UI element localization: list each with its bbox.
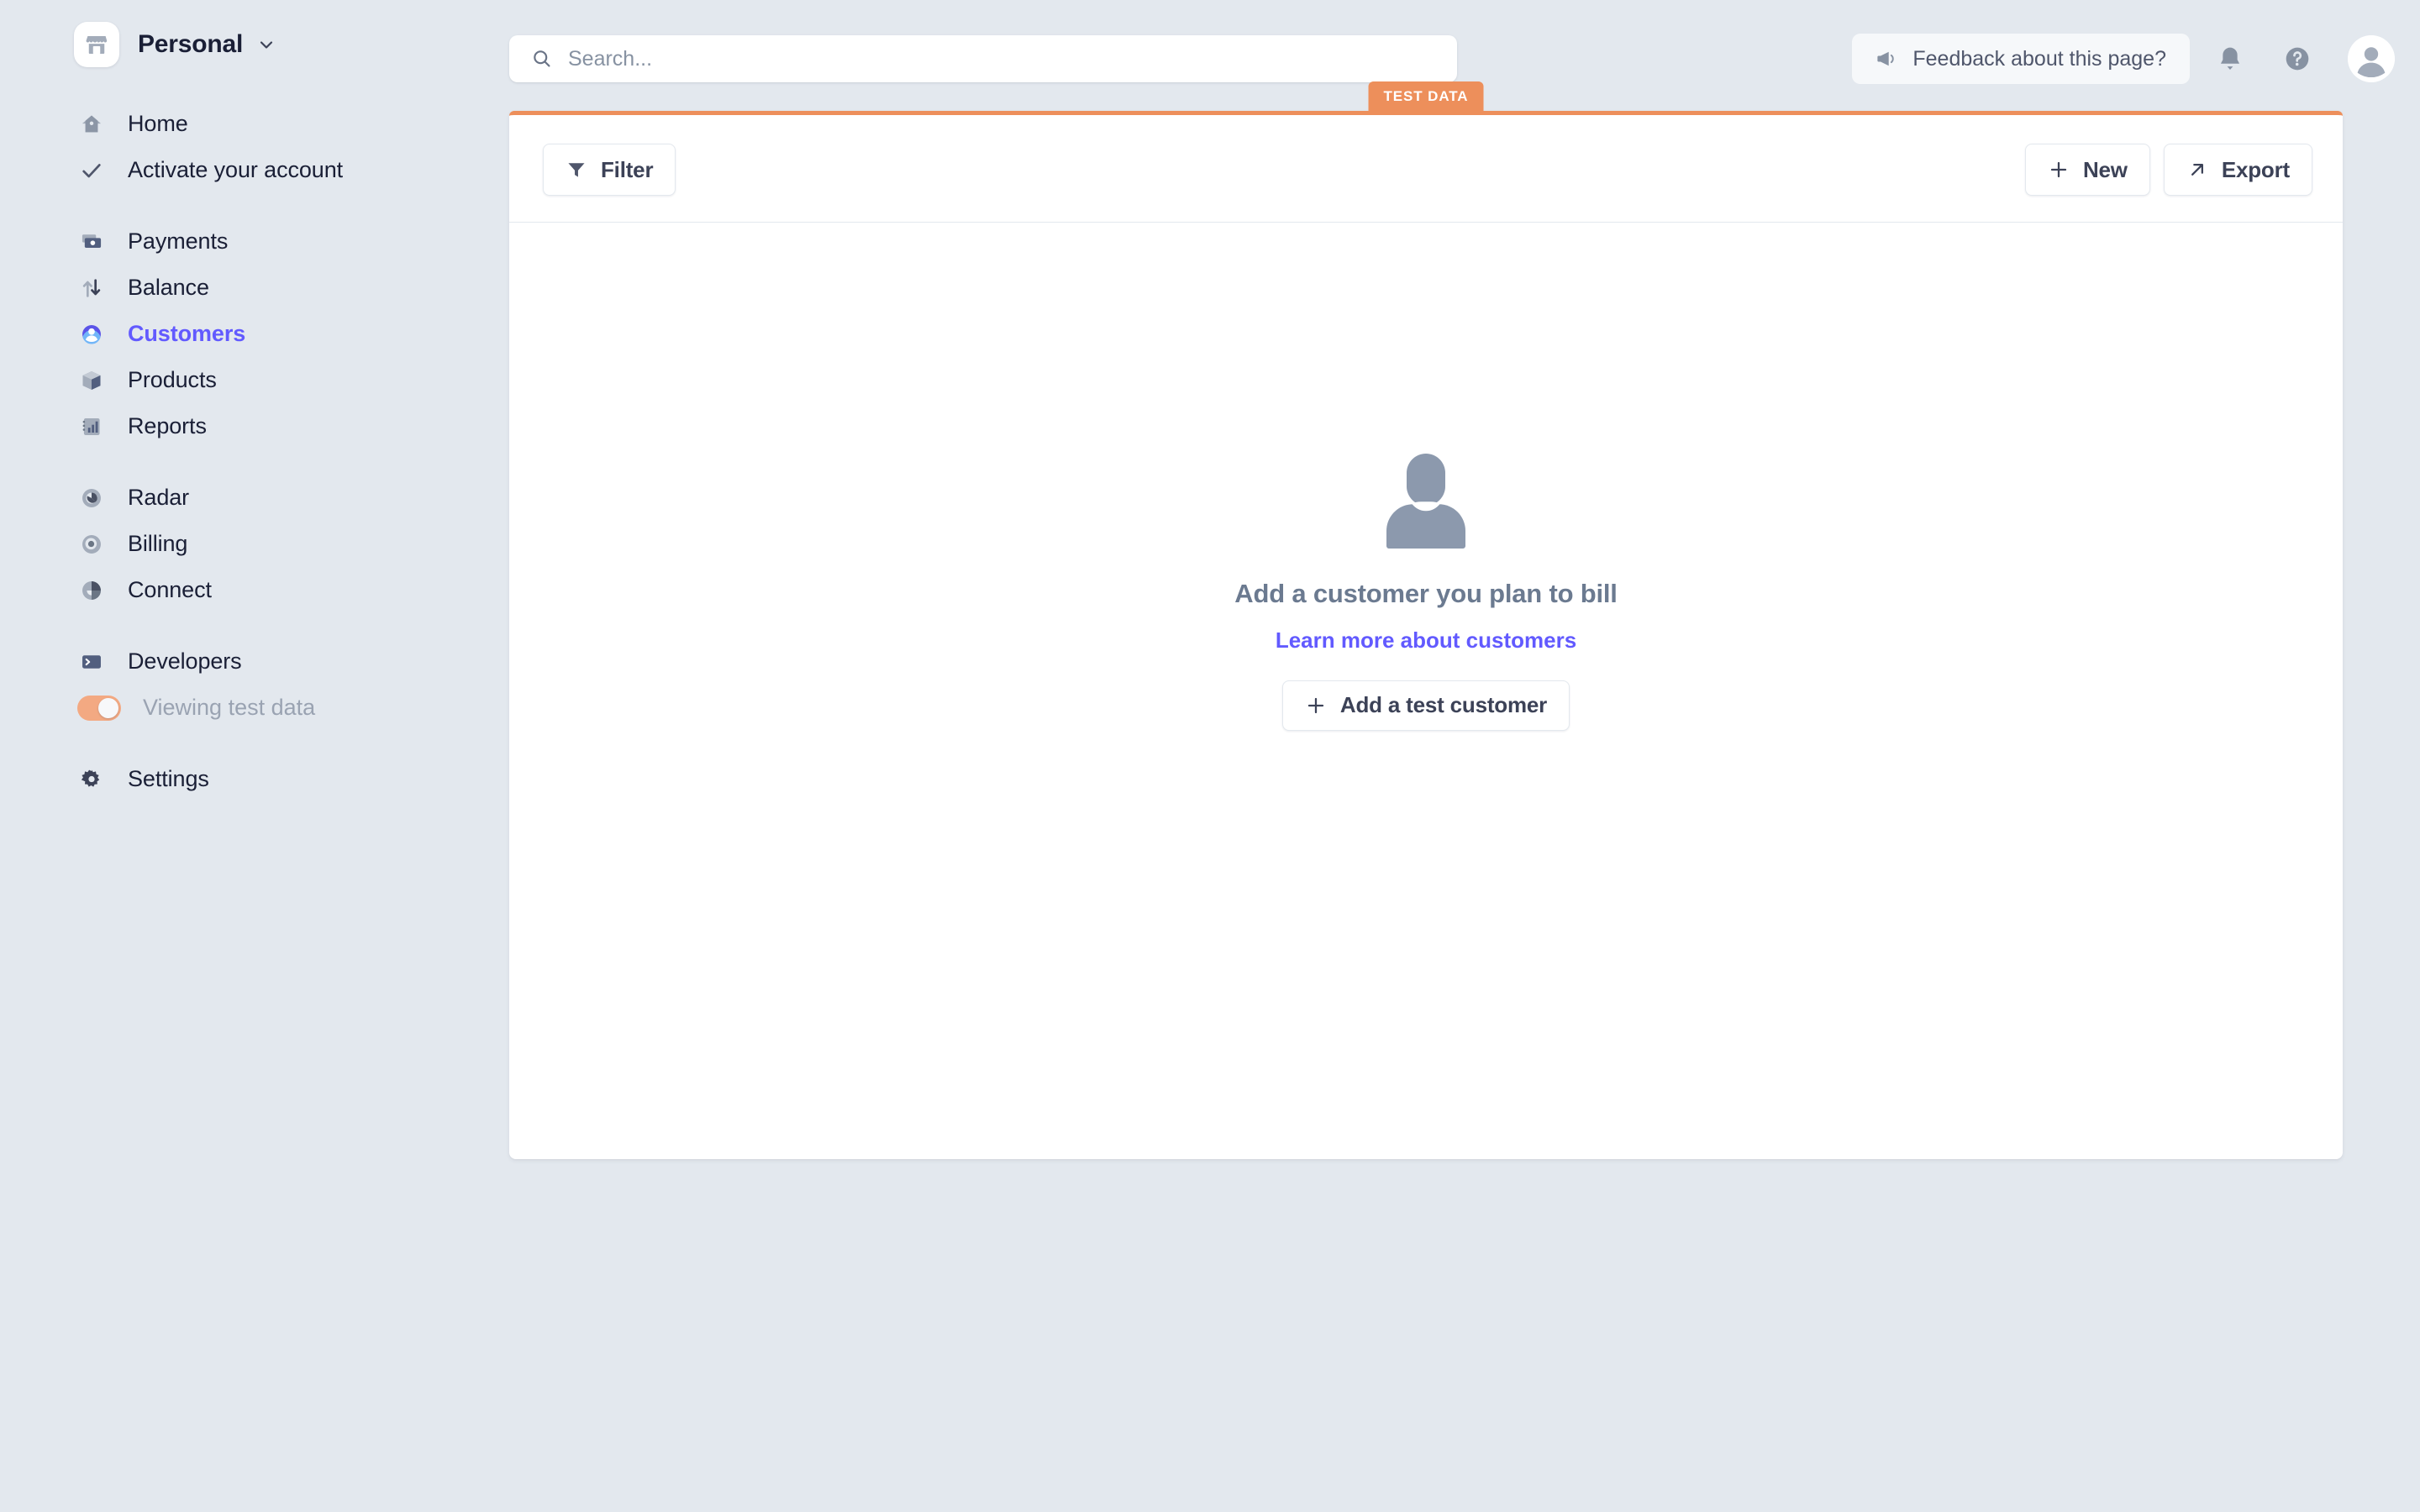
panel-toolbar: Filter New Export (509, 115, 2343, 223)
sidebar-item-label: Reports (128, 413, 207, 438)
sidebar-item-label: Balance (128, 275, 209, 300)
filter-button[interactable]: Filter (543, 144, 676, 196)
toolbar-actions: New Export (2024, 144, 2312, 196)
sidebar-item-radar[interactable]: Radar (0, 475, 509, 521)
sidebar-item-billing[interactable]: Billing (0, 521, 509, 567)
store-icon (86, 36, 108, 54)
export-label: Export (2221, 156, 2290, 182)
radar-icon (77, 484, 106, 512)
sidebar-item-label: Products (128, 367, 217, 392)
empty-state: Add a customer you plan to bill Learn mo… (509, 223, 2343, 1159)
sidebar-item-home[interactable]: Home (0, 101, 509, 147)
arrows-updown-icon (77, 274, 106, 302)
sidebar-item-label: Billing (128, 531, 188, 556)
bar-chart-icon (77, 412, 106, 441)
user-avatar-icon (2348, 35, 2395, 82)
export-button[interactable]: Export (2163, 144, 2312, 196)
search-icon (531, 48, 553, 70)
test-data-toggle-label: Viewing test data (143, 695, 316, 720)
check-icon (77, 156, 106, 185)
account-avatar (74, 22, 119, 67)
nav-group-services: Radar Billing Connect (0, 475, 509, 613)
nav-group-settings: Settings (0, 756, 509, 802)
sidebar-item-products[interactable]: Products (0, 357, 509, 403)
connect-icon (77, 576, 106, 605)
sidebar-item-label: Radar (128, 485, 190, 510)
toggle-track (77, 695, 121, 721)
customers-panel: TEST DATA Filter New Export Add a custom… (509, 81, 2343, 1159)
person-circle-icon (77, 320, 106, 349)
sidebar-item-label: Activate your account (128, 157, 344, 182)
question-circle-icon (2283, 45, 2312, 73)
stripe-dashboard: Personal Home Activate your account Paym… (0, 0, 2420, 1512)
billing-circle-icon (77, 530, 106, 559)
test-data-badge: TEST DATA (1368, 81, 1484, 111)
terminal-icon (77, 648, 106, 676)
sidebar-item-balance[interactable]: Balance (0, 265, 509, 311)
add-test-customer-button[interactable]: Add a test customer (1281, 680, 1570, 731)
sidebar-item-activate-your-account[interactable]: Activate your account (0, 147, 509, 193)
search-box[interactable] (509, 35, 1457, 82)
sidebar-item-connect[interactable]: Connect (0, 567, 509, 613)
sidebar: Personal Home Activate your account Paym… (0, 0, 509, 1512)
feedback-label: Feedback about this page? (1912, 46, 2166, 71)
plus-icon (2048, 159, 2070, 181)
toggle-knob (98, 697, 118, 718)
search-input[interactable] (568, 46, 1324, 71)
sidebar-item-label: Developers (128, 648, 242, 674)
sidebar-item-reports[interactable]: Reports (0, 403, 509, 449)
filter-label: Filter (601, 156, 654, 182)
sidebar-item-developers[interactable]: Developers (0, 638, 509, 685)
sidebar-item-label: Connect (128, 577, 212, 602)
account-switcher[interactable]: Personal (74, 22, 276, 67)
home-icon (77, 110, 106, 139)
notifications-button[interactable] (2208, 37, 2252, 81)
learn-more-link[interactable]: Learn more about customers (1276, 627, 1576, 654)
nav-group-main: Home Activate your account (0, 101, 509, 193)
card-icon (77, 228, 106, 256)
sidebar-item-label: Settings (128, 766, 209, 791)
sidebar-item-label: Payments (128, 228, 229, 254)
new-button[interactable]: New (2024, 144, 2150, 196)
user-avatar[interactable] (2348, 35, 2395, 82)
empty-state-title: Add a customer you plan to bill (1234, 578, 1618, 608)
nav-group-developers: Developers Viewing test data (0, 638, 509, 731)
sidebar-item-label: Home (128, 111, 188, 136)
sidebar-item-label: Customers (128, 321, 246, 346)
account-name: Personal (138, 30, 244, 58)
box-icon (77, 366, 106, 395)
megaphone-icon (1876, 48, 1897, 70)
add-test-customer-label: Add a test customer (1339, 692, 1548, 717)
chevron-down-icon (256, 34, 276, 55)
person-silhouette-icon (1375, 450, 1477, 554)
funnel-icon (566, 159, 587, 181)
new-label: New (2082, 156, 2128, 182)
plus-icon (1305, 695, 1327, 717)
bell-icon (2216, 45, 2244, 73)
sidebar-item-payments[interactable]: Payments (0, 218, 509, 265)
help-button[interactable] (2275, 37, 2319, 81)
sidebar-item-customers[interactable]: Customers (0, 311, 509, 357)
arrow-up-right-icon (2186, 159, 2208, 181)
test-data-toggle[interactable]: Viewing test data (0, 685, 509, 731)
sidebar-item-settings[interactable]: Settings (0, 756, 509, 802)
gear-icon (77, 765, 106, 794)
feedback-button[interactable]: Feedback about this page? (1852, 34, 2190, 84)
nav-group-products: Payments Balance Customers Products Repo… (0, 218, 509, 449)
